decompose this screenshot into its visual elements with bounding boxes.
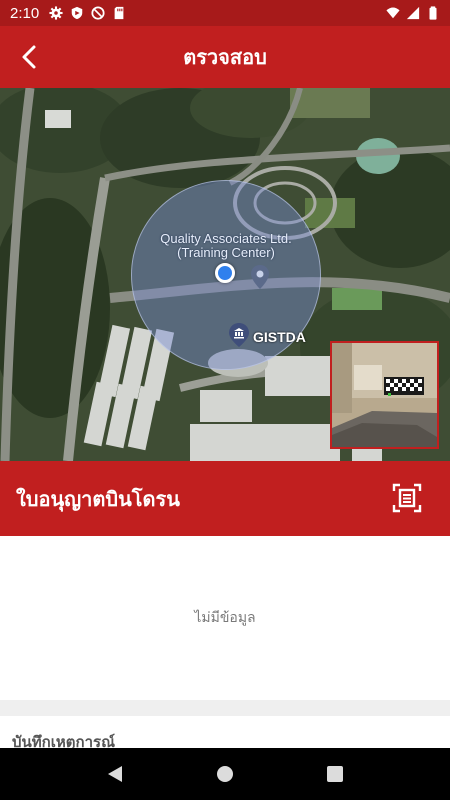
camera-preview-thumbnail[interactable] bbox=[330, 341, 439, 449]
back-triangle-icon bbox=[108, 766, 122, 782]
shield-icon bbox=[71, 6, 83, 20]
app-bar: ตรวจสอบ bbox=[0, 26, 450, 88]
permit-list-empty-state: ไม่มีข้อมูล bbox=[0, 536, 450, 700]
nav-recents-button[interactable] bbox=[315, 754, 355, 794]
gear-icon bbox=[49, 6, 63, 20]
status-bar: 2:10 bbox=[0, 0, 450, 26]
current-location-dot bbox=[215, 263, 235, 283]
event-log-title: บันทึกเหตุการณ์ bbox=[12, 734, 115, 748]
back-button[interactable] bbox=[10, 38, 48, 76]
map-view[interactable]: Quality Associates Ltd. (Training Center… bbox=[0, 88, 450, 461]
permit-section-title: ใบอนุญาตบินโดรน bbox=[16, 488, 180, 511]
nav-home-button[interactable] bbox=[205, 754, 245, 794]
chevron-left-icon bbox=[22, 45, 36, 69]
section-divider bbox=[0, 700, 450, 716]
empty-state-text: ไม่มีข้อมูล bbox=[194, 609, 256, 625]
home-circle-icon bbox=[217, 766, 233, 782]
page-title: ตรวจสอบ bbox=[183, 47, 267, 69]
do-not-disturb-icon bbox=[91, 6, 105, 20]
event-log-section: บันทึกเหตุการณ์ bbox=[0, 716, 450, 748]
wifi-icon bbox=[386, 7, 400, 19]
document-scan-icon bbox=[392, 483, 422, 513]
nav-back-button[interactable] bbox=[95, 754, 135, 794]
cellular-signal-icon bbox=[406, 6, 420, 20]
poi-secondary-label: GISTDA bbox=[253, 329, 306, 345]
system-nav-bar bbox=[0, 748, 450, 800]
museum-pin-icon bbox=[229, 323, 249, 347]
sd-card-icon bbox=[114, 6, 124, 20]
battery-icon bbox=[429, 6, 437, 20]
map-pin-icon bbox=[251, 265, 269, 289]
permit-section-header: ใบอนุญาตบินโดรน bbox=[0, 461, 450, 536]
recents-square-icon bbox=[327, 766, 343, 782]
room-preview-image bbox=[332, 343, 437, 447]
scan-document-button[interactable] bbox=[392, 483, 422, 513]
status-time: 2:10 bbox=[10, 4, 40, 22]
poi-label: Quality Associates Ltd. (Training Center… bbox=[160, 231, 292, 260]
